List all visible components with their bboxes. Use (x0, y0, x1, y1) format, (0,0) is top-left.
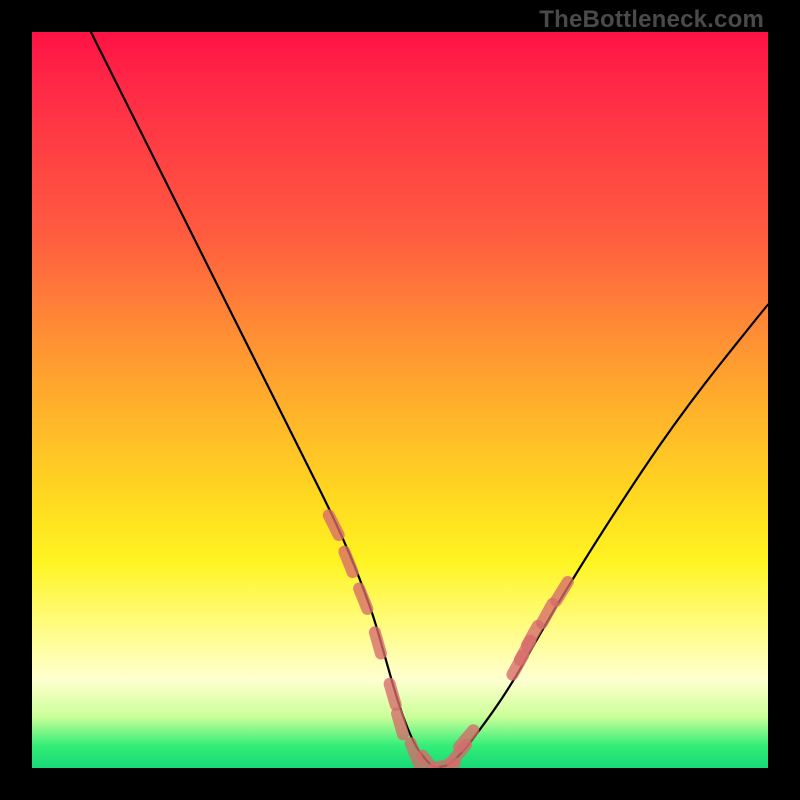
marker-point (397, 713, 403, 734)
bottleneck-curve (91, 32, 768, 767)
marker-point (375, 632, 381, 653)
chart-svg (32, 32, 768, 768)
marker-point (390, 684, 396, 705)
marker-point (344, 552, 352, 572)
marker-point (556, 582, 568, 601)
marker-group (329, 515, 568, 768)
marker-point (329, 515, 339, 535)
marker-point (359, 589, 367, 609)
chart-frame: TheBottleneck.com (0, 0, 800, 800)
watermark-text: TheBottleneck.com (539, 6, 764, 34)
chart-plot-area (32, 32, 768, 768)
marker-point (542, 604, 553, 623)
